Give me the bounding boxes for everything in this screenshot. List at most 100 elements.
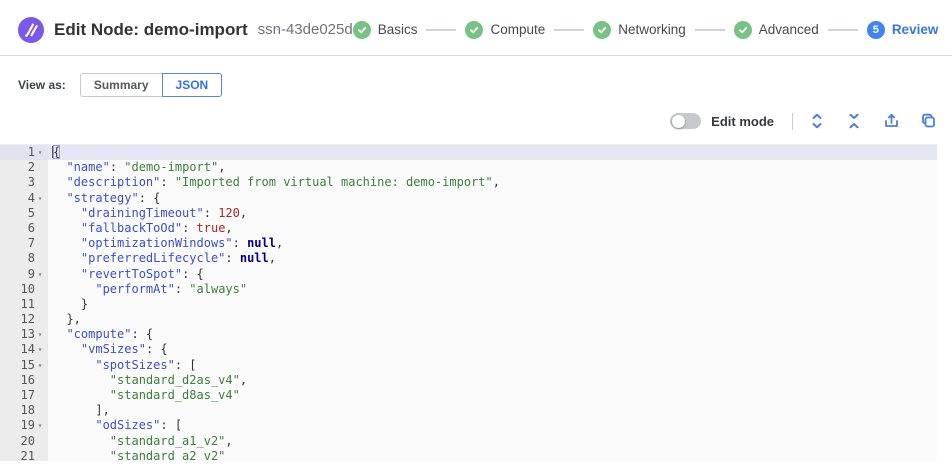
code-line[interactable]: 9▾ "revertToSpot": { (0, 267, 937, 282)
export-icon[interactable] (883, 113, 899, 129)
gutter-fold-toggle[interactable]: 13▾ (0, 327, 48, 342)
fold-arrow-icon[interactable]: ▾ (35, 145, 45, 160)
editor-tool-icons (809, 113, 936, 129)
fold-arrow-icon[interactable]: ▾ (35, 327, 45, 342)
gutter-fold-toggle[interactable]: 14▾ (0, 342, 48, 357)
step-networking[interactable]: Networking (593, 21, 686, 39)
step-connector (828, 29, 858, 31)
expand-all-icon[interactable] (809, 113, 825, 129)
fold-arrow-icon[interactable]: ▾ (35, 191, 45, 206)
code-line-text: "drainingTimeout": 120, (48, 206, 937, 221)
code-line-text: "performAt": "always" (48, 282, 937, 297)
node-id: ssn-43de025d (258, 21, 353, 38)
copy-icon[interactable] (920, 113, 936, 129)
edit-mode-label: Edit mode (711, 114, 774, 129)
step-review[interactable]: 5 Review (867, 21, 939, 39)
gutter-line-number: 12 (0, 312, 48, 327)
code-line[interactable]: 6 "fallbackToOd": true, (0, 221, 937, 236)
code-line[interactable]: 14▾ "vmSizes": { (0, 342, 937, 357)
code-line-text: } (48, 297, 937, 312)
view-summary-button[interactable]: Summary (80, 73, 162, 97)
view-as-row: View as: Summary JSON (0, 56, 952, 98)
code-line-text: "description": "Imported from virtual ma… (48, 175, 937, 190)
step-label: Networking (618, 22, 686, 37)
code-line-text: "standard_d8as_v4" (48, 388, 937, 403)
code-line[interactable]: 2 "name": "demo-import", (0, 160, 937, 175)
step-connector (554, 29, 584, 31)
step-number-badge: 5 (867, 21, 885, 39)
code-line-text: "optimizationWindows": null, (48, 236, 937, 251)
view-json-button[interactable]: JSON (162, 73, 223, 97)
code-line-text: "spotSizes": [ (48, 358, 937, 373)
code-line[interactable]: 20 "standard_a1_v2", (0, 434, 937, 449)
code-line[interactable]: 21 "standard_a2_v2" (0, 449, 937, 461)
step-basics[interactable]: Basics (353, 21, 418, 39)
gutter-line-number: 16 (0, 373, 48, 388)
gutter-line-number: 5 (0, 206, 48, 221)
fold-arrow-icon[interactable]: ▾ (35, 358, 45, 373)
code-line[interactable]: 7 "optimizationWindows": null, (0, 236, 937, 251)
step-label: Compute (490, 22, 545, 37)
gutter-line-number: 11 (0, 297, 48, 312)
step-label: Review (892, 22, 939, 37)
code-line-text: ], (48, 403, 937, 418)
gutter-line-number: 17 (0, 388, 48, 403)
gutter-fold-toggle[interactable]: 9▾ (0, 267, 48, 282)
code-line-text: "preferredLifecycle": null, (48, 251, 937, 266)
code-line[interactable]: 10 "performAt": "always" (0, 282, 937, 297)
check-icon (465, 21, 483, 39)
code-line[interactable]: 19▾ "odSizes": [ (0, 418, 937, 433)
code-line-text: "name": "demo-import", (48, 160, 937, 175)
step-compute[interactable]: Compute (465, 21, 545, 39)
collapse-all-icon[interactable] (846, 113, 862, 129)
fold-arrow-icon[interactable]: ▾ (35, 342, 45, 357)
code-line[interactable]: 16 "standard_d2as_v4", (0, 373, 937, 388)
page-title: Edit Node: demo-import (54, 20, 248, 40)
code-line[interactable]: 11 } (0, 297, 937, 312)
code-line-text: "standard_a2_v2" (48, 449, 937, 461)
code-line-text: "vmSizes": { (48, 342, 937, 357)
view-as-segmented-control: Summary JSON (80, 73, 222, 97)
code-line[interactable]: 13▾ "compute": { (0, 327, 937, 342)
code-line[interactable]: 4▾ "strategy": { (0, 191, 937, 206)
fold-arrow-icon[interactable]: ▾ (35, 267, 45, 282)
gutter-line-number: 21 (0, 449, 48, 461)
code-line-text: "fallbackToOd": true, (48, 221, 937, 236)
code-line[interactable]: 12 }, (0, 312, 937, 327)
code-line[interactable]: 8 "preferredLifecycle": null, (0, 251, 937, 266)
toggle-knob (672, 115, 685, 128)
gutter-line-number: 7 (0, 236, 48, 251)
code-line-text: "compute": { (48, 327, 937, 342)
gutter-line-number: 3 (0, 175, 48, 190)
page-header: Edit Node: demo-import ssn-43de025d Basi… (0, 0, 952, 56)
code-line-text: }, (48, 312, 937, 327)
code-line[interactable]: 18 ], (0, 403, 937, 418)
fold-arrow-icon[interactable]: ▾ (35, 418, 45, 433)
code-line-text: "odSizes": [ (48, 418, 937, 433)
gutter-line-number: 2 (0, 160, 48, 175)
code-line[interactable]: 5 "drainingTimeout": 120, (0, 206, 937, 221)
gutter-line-number: 8 (0, 251, 48, 266)
code-line[interactable]: 3 "description": "Imported from virtual … (0, 175, 937, 190)
gutter-line-number: 20 (0, 434, 48, 449)
step-label: Advanced (759, 22, 819, 37)
toolbar-divider (792, 113, 793, 130)
step-label: Basics (378, 22, 418, 37)
code-line[interactable]: 1▾{ (0, 145, 937, 160)
gutter-fold-toggle[interactable]: 4▾ (0, 191, 48, 206)
gutter-fold-toggle[interactable]: 15▾ (0, 358, 48, 373)
gutter-fold-toggle[interactable]: 19▾ (0, 418, 48, 433)
code-editor[interactable]: 1▾{2 "name": "demo-import",3 "descriptio… (0, 144, 937, 461)
edit-mode-toggle[interactable] (670, 113, 701, 129)
view-as-label: View as: (18, 78, 66, 92)
code-line[interactable]: 17 "standard_d8as_v4" (0, 388, 937, 403)
step-advanced[interactable]: Advanced (734, 21, 819, 39)
step-connector (426, 29, 456, 31)
code-line-text: "revertToSpot": { (48, 267, 937, 282)
gutter-fold-toggle[interactable]: 1▾ (0, 145, 48, 160)
check-icon (593, 21, 611, 39)
wizard-stepper: Basics Compute Networking Advanced 5 Rev… (353, 21, 939, 39)
code-line-text: "strategy": { (48, 191, 937, 206)
editor-toolbar: Edit mode (0, 98, 952, 144)
code-line[interactable]: 15▾ "spotSizes": [ (0, 358, 937, 373)
